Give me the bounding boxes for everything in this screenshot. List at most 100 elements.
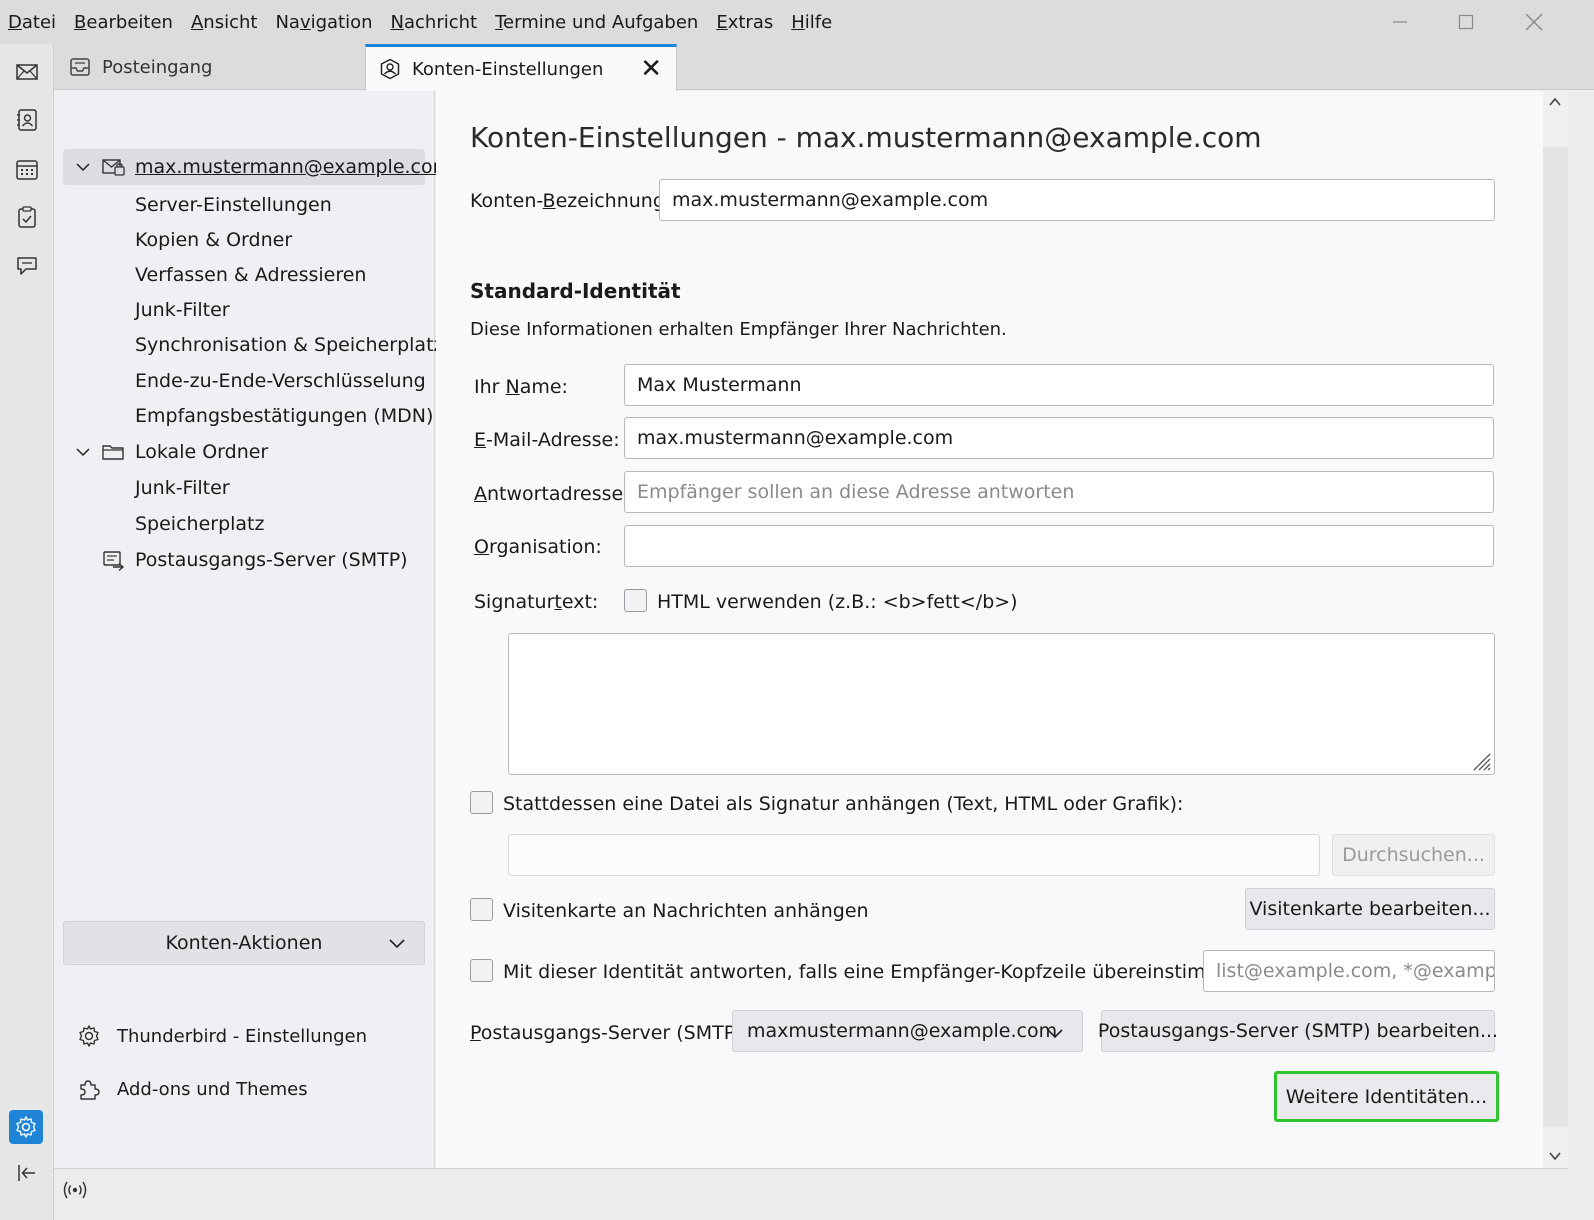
menu-bearbeiten[interactable]: Bearbeiten bbox=[65, 12, 182, 33]
vcard-checkbox[interactable] bbox=[470, 898, 493, 921]
edit-smtp-button[interactable]: Postausgangs-Server (SMTP) bearbeiten... bbox=[1098, 1010, 1498, 1052]
browse-button[interactable]: Durchsuchen... bbox=[1332, 834, 1495, 876]
tree-item-e2e-encryption[interactable]: Ende-zu-Ende-Verschlüsselung bbox=[63, 363, 426, 399]
menu-extras[interactable]: Extras bbox=[707, 12, 782, 33]
tree-local-folders[interactable]: Lokale Ordner bbox=[63, 434, 425, 470]
vcard-label: Visitenkarte an Nachrichten anhängen bbox=[503, 900, 869, 922]
organization-input[interactable] bbox=[624, 525, 1494, 567]
collapse-left-icon bbox=[18, 1165, 35, 1181]
signature-file-label: Stattdessen eine Datei als Signatur anhä… bbox=[503, 793, 1184, 815]
resize-grip-icon[interactable] bbox=[1470, 750, 1492, 772]
addons-themes-link[interactable]: Add-ons und Themes bbox=[75, 1072, 308, 1106]
online-status-icon[interactable] bbox=[62, 1177, 88, 1203]
close-tab-icon[interactable]: ✕ bbox=[640, 56, 662, 82]
close-window-button[interactable] bbox=[1500, 0, 1568, 44]
puzzle-icon bbox=[75, 1075, 103, 1103]
gear-icon bbox=[16, 1116, 36, 1138]
reply-to-label: Antwortadresse: bbox=[474, 483, 630, 505]
addressbook-space-button[interactable] bbox=[13, 106, 41, 134]
catch-all-label: Mit dieser Identität antworten, falls ei… bbox=[503, 961, 1276, 983]
account-settings-panel: Konten-Einstellungen - max.mustermann@ex… bbox=[436, 91, 1543, 1168]
account-actions-label: Konten-Aktionen bbox=[165, 932, 323, 954]
close-icon bbox=[1525, 13, 1543, 31]
email-label: E-Mail-Adresse: bbox=[474, 429, 620, 451]
menu-bar: Datei Bearbeiten Ansicht Navigation Nach… bbox=[0, 0, 1594, 44]
tasks-space-button[interactable] bbox=[13, 203, 41, 231]
html-signature-checkbox[interactable] bbox=[624, 589, 647, 612]
tab-bar: Posteingang Konten-Einstellungen ✕ bbox=[54, 44, 1594, 91]
identity-description: Diese Informationen erhalten Empfänger I… bbox=[470, 319, 1007, 340]
calendar-icon bbox=[16, 160, 38, 180]
status-bar bbox=[54, 1168, 1568, 1220]
tree-item-local-junk[interactable]: Junk-Filter bbox=[63, 470, 425, 506]
tab-inbox-label: Posteingang bbox=[102, 56, 213, 78]
page-title: Konten-Einstellungen - max.mustermann@ex… bbox=[470, 121, 1262, 154]
outgoing-server-icon bbox=[103, 551, 125, 572]
menu-nachricht[interactable]: Nachricht bbox=[382, 12, 487, 33]
window-edge bbox=[1568, 91, 1594, 1220]
mail-account-icon bbox=[102, 159, 125, 176]
signature-file-input[interactable] bbox=[508, 834, 1320, 876]
chevron-down-icon bbox=[389, 939, 405, 949]
tab-account-settings[interactable]: Konten-Einstellungen ✕ bbox=[365, 44, 677, 91]
tree-smtp[interactable]: Postausgangs-Server (SMTP) bbox=[63, 542, 425, 578]
chevron-down-icon[interactable] bbox=[75, 159, 91, 175]
name-input[interactable]: Max Mustermann bbox=[624, 364, 1494, 406]
tree-item-sync-storage[interactable]: Synchronisation & Speicherplatz bbox=[63, 327, 444, 363]
tree-item-server-settings[interactable]: Server-Einstellungen bbox=[63, 187, 425, 223]
folder-icon bbox=[102, 445, 124, 460]
more-identities-button[interactable]: Weitere Identitäten... bbox=[1274, 1071, 1499, 1122]
chat-space-button[interactable] bbox=[13, 252, 41, 280]
menu-ansicht[interactable]: Ansicht bbox=[182, 12, 266, 33]
catch-all-input[interactable]: list@example.com, *@example.com bbox=[1203, 950, 1495, 992]
smtp-select-value: maxmustermann@example.com bbox=[747, 1020, 1058, 1042]
chevron-down-icon bbox=[1047, 1029, 1063, 1039]
collapse-spaces-button[interactable] bbox=[13, 1159, 41, 1187]
name-label: Ihr Name: bbox=[474, 376, 568, 398]
account-name-input[interactable]: max.mustermann@example.com bbox=[659, 179, 1495, 221]
tree-account[interactable]: max.mustermann@example.com bbox=[63, 149, 451, 185]
tab-inbox[interactable]: Posteingang bbox=[54, 44, 364, 90]
tree-item-local-storage[interactable]: Speicherplatz bbox=[63, 506, 425, 542]
account-tree: max.mustermann@example.com Server-Einste… bbox=[55, 91, 451, 1168]
settings-space-button[interactable] bbox=[9, 1110, 43, 1144]
tasks-icon bbox=[18, 206, 36, 228]
menu-hilfe[interactable]: Hilfe bbox=[782, 12, 841, 33]
address-book-icon bbox=[17, 109, 37, 131]
tab-settings-label: Konten-Einstellungen bbox=[412, 58, 604, 80]
mail-space-button[interactable] bbox=[13, 58, 41, 86]
gear-icon bbox=[75, 1022, 103, 1050]
signature-file-checkbox[interactable] bbox=[470, 791, 493, 814]
smtp-select[interactable]: maxmustermann@example.com bbox=[732, 1010, 1083, 1052]
chevron-down-icon[interactable] bbox=[75, 444, 91, 460]
scroll-down-icon[interactable] bbox=[1548, 1149, 1562, 1163]
mail-icon bbox=[16, 64, 38, 80]
account-actions-button[interactable]: Konten-Aktionen bbox=[63, 921, 425, 965]
tree-item-composition[interactable]: Verfassen & Adressieren bbox=[63, 257, 425, 293]
catch-all-checkbox[interactable] bbox=[470, 959, 493, 982]
account-settings-icon bbox=[378, 57, 402, 81]
tree-item-copies-folders[interactable]: Kopien & Ordner bbox=[63, 222, 425, 258]
calendar-space-button[interactable] bbox=[13, 155, 41, 183]
thunderbird-settings-link[interactable]: Thunderbird - Einstellungen bbox=[75, 1019, 367, 1053]
tree-item-junk[interactable]: Junk-Filter bbox=[63, 292, 425, 328]
identity-heading: Standard-Identität bbox=[470, 279, 681, 303]
signature-textarea[interactable] bbox=[508, 633, 1495, 775]
signature-label: Signaturtext: bbox=[474, 591, 599, 613]
menu-navigation[interactable]: Navigation bbox=[266, 12, 381, 33]
reply-to-input[interactable]: Empfänger sollen an diese Adresse antwor… bbox=[624, 471, 1494, 513]
tree-item-receipts[interactable]: Empfangsbestätigungen (MDN) bbox=[63, 398, 433, 434]
minimize-button[interactable] bbox=[1366, 0, 1434, 44]
maximize-icon bbox=[1458, 14, 1474, 30]
scrollbar-thumb[interactable] bbox=[1543, 147, 1568, 1127]
edit-vcard-button[interactable]: Visitenkarte bearbeiten... bbox=[1245, 888, 1495, 930]
spaces-toolbar bbox=[0, 44, 54, 1220]
main-scrollbar[interactable] bbox=[1543, 91, 1568, 1168]
menu-termine[interactable]: Termine und Aufgaben bbox=[486, 12, 707, 33]
scroll-up-icon[interactable] bbox=[1548, 95, 1562, 109]
menu-datei[interactable]: Datei bbox=[0, 12, 65, 33]
maximize-button[interactable] bbox=[1432, 0, 1500, 44]
organization-label: Organisation: bbox=[474, 536, 602, 558]
email-input[interactable]: max.mustermann@example.com bbox=[624, 417, 1494, 459]
chat-icon bbox=[17, 257, 37, 275]
